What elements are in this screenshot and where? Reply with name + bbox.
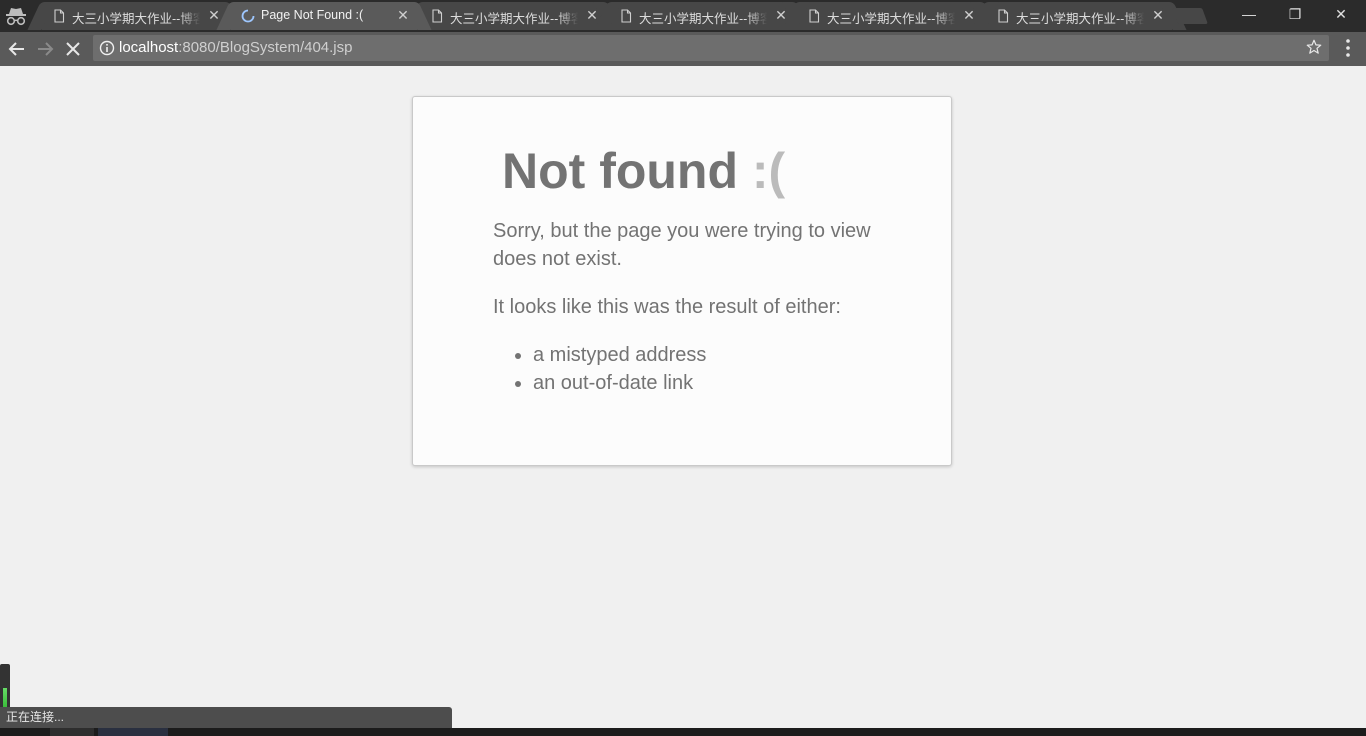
page-icon (621, 9, 632, 23)
address-host: localhost (119, 39, 179, 56)
incognito-icon (6, 8, 26, 26)
sorry-paragraph: Sorry, but the page you were trying to v… (493, 220, 871, 270)
page-icon (54, 9, 65, 23)
not-found-card: Not found :( Sorry, but the page you wer… (412, 96, 952, 466)
page-title: Not found :( (502, 142, 785, 200)
list-item: a mistyped address (533, 341, 706, 369)
tab-title: 大三小学期大作业--博客 (450, 12, 578, 26)
tab[interactable]: 大三小学期大作业--博客 ✕ (797, 2, 983, 30)
tab-active[interactable]: Page Not Found :( ✕ (231, 2, 417, 30)
tab-title: 大三小学期大作业--博客 (639, 12, 767, 26)
close-window-button[interactable]: ✕ (1318, 0, 1364, 28)
loading-spinner-icon (241, 9, 255, 23)
kebab-menu-icon[interactable] (1340, 37, 1356, 59)
star-icon[interactable] (1305, 38, 1323, 56)
tab-close-icon[interactable]: ✕ (395, 7, 411, 23)
address-bar[interactable]: localhost:8080/BlogSystem/404.jsp (93, 35, 1329, 61)
minimize-button[interactable]: — (1226, 0, 1272, 28)
tab-title: Page Not Found :( (261, 8, 364, 22)
tab-title: 大三小学期大作业--博客 (72, 12, 200, 26)
page-icon (432, 9, 443, 23)
list-item: an out-of-date link (533, 369, 706, 397)
restore-button[interactable]: ❐ (1272, 0, 1318, 28)
tab[interactable]: 大三小学期大作业--博客 ✕ (986, 2, 1172, 30)
forward-arrow-icon[interactable] (33, 37, 57, 61)
address-url[interactable]: localhost:8080/BlogSystem/404.jsp (119, 39, 352, 56)
page-icon (998, 9, 1009, 23)
tab-title: 大三小学期大作业--博客 (1016, 12, 1144, 26)
taskbar (0, 728, 1366, 736)
stop-icon[interactable] (61, 37, 85, 61)
tab[interactable]: 大三小学期大作业--博客 ✕ (609, 2, 795, 30)
sad-face: :( (751, 143, 786, 199)
tab-title: 大三小学期大作业--博客 (827, 12, 955, 26)
info-icon[interactable] (99, 40, 115, 56)
tab[interactable]: 大三小学期大作业--博客 ✕ (42, 2, 228, 30)
status-bubble: 正在连接... (0, 707, 452, 728)
cause-paragraph: It looks like this was the result of eit… (493, 296, 841, 318)
heading-text: Not found (502, 143, 752, 199)
page-icon (809, 9, 820, 23)
tab[interactable]: 大三小学期大作业--博客 ✕ (420, 2, 606, 30)
back-arrow-icon[interactable] (5, 37, 29, 61)
reason-list: a mistyped address an out-of-date link (493, 341, 706, 397)
tab-strip: 大三小学期大作业--博客 ✕ Page Not Found :(✕ 大三小学期大作业-… (0, 0, 1366, 32)
new-tab-button[interactable] (1172, 8, 1208, 24)
address-path: :8080/BlogSystem/404.jsp (178, 39, 353, 56)
tab-close-icon[interactable]: ✕ (1150, 7, 1166, 23)
